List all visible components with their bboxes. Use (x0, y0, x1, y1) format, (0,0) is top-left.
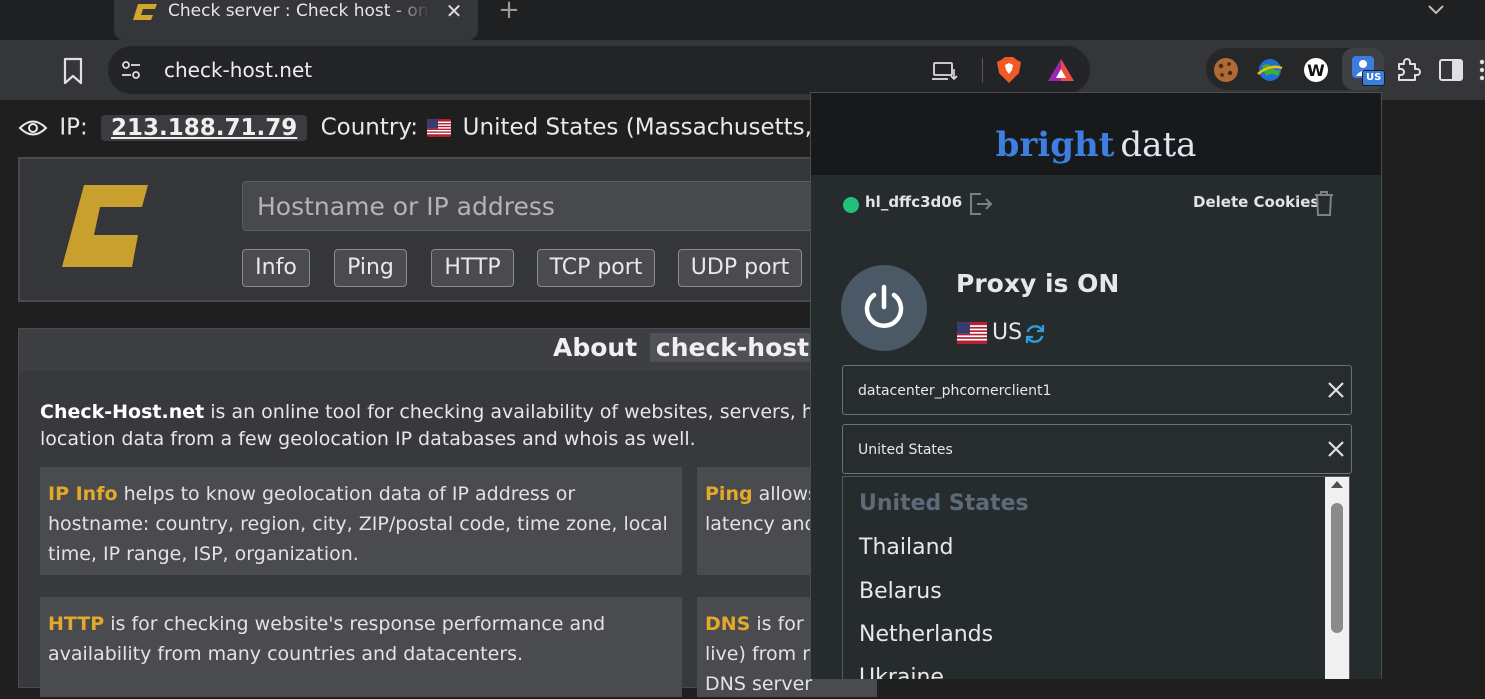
logout-icon[interactable] (967, 191, 993, 217)
http-card: HTTP is for checking website's response … (40, 597, 682, 697)
hostname-input[interactable] (242, 181, 842, 231)
ping-keyword[interactable]: Ping (705, 483, 753, 505)
install-app-icon[interactable] (932, 60, 958, 82)
ping-text-2: latency and (705, 513, 817, 535)
check-host-logo[interactable] (62, 185, 150, 267)
svg-text:W: W (1307, 61, 1325, 80)
url-text[interactable]: check-host.net (164, 46, 312, 94)
active-tab[interactable]: Check server : Check host - online websi… (114, 0, 478, 40)
us-flag-icon (427, 118, 452, 137)
country-option-selected[interactable]: United States (859, 491, 1029, 516)
ip-info-text: helps to know geolocation data of IP add… (48, 483, 668, 565)
ip-info-keyword[interactable]: IP Info (48, 483, 118, 505)
cookie-extension-icon[interactable] (1212, 56, 1240, 84)
trash-icon[interactable] (1313, 189, 1335, 217)
about-description: Check-Host.net is an online tool for che… (40, 399, 860, 453)
search-panel: Info Ping HTTP TCP port UDP port (18, 157, 842, 302)
close-tab-icon[interactable]: ✕ (444, 0, 464, 22)
ip-info-line: IP: 213.188.71.79 Country: United States… (18, 114, 908, 144)
dns-keyword[interactable]: DNS (705, 613, 750, 635)
ip-value-link[interactable]: 213.188.71.79 (101, 114, 308, 141)
brave-rewards-icon[interactable] (1046, 57, 1076, 83)
us-flag-icon (957, 322, 987, 344)
about-brand: Check-Host.net (40, 401, 205, 423)
udp-port-button[interactable]: UDP port (678, 249, 802, 287)
tcp-port-button[interactable]: TCP port (537, 249, 655, 287)
country-option[interactable]: Thailand (859, 535, 953, 560)
country-select[interactable]: United States (842, 424, 1352, 474)
extension-badge: US (1362, 70, 1386, 86)
power-icon (864, 284, 904, 328)
dns-text-2: live) from m (705, 643, 821, 665)
ip-label: IP: (59, 114, 88, 141)
country-option[interactable]: Belarus (859, 579, 942, 604)
http-keyword[interactable]: HTTP (48, 613, 104, 635)
scroll-up-arrow-icon[interactable] (1331, 481, 1343, 488)
power-toggle-button[interactable] (841, 265, 927, 351)
extensions-group: W US (1206, 48, 1386, 90)
country-option[interactable]: Netherlands (859, 622, 993, 647)
scroll-thumb[interactable] (1331, 503, 1343, 633)
address-bar[interactable]: check-host.net (108, 46, 1090, 94)
side-panel-icon[interactable] (1438, 58, 1464, 82)
bright-data-popup: bright data hl_dffc3d06 Delete Cookies Pr… (810, 92, 1382, 679)
tab-strip: Check server : Check host - online websi… (0, 0, 1485, 40)
brave-shields-icon[interactable] (996, 56, 1022, 84)
about-label: About (553, 333, 638, 362)
new-tab-button[interactable]: + (496, 0, 522, 23)
zone-select[interactable]: datacenter_phcornerclient1 (842, 365, 1352, 415)
browser-toolbar: check-host.net W US (0, 40, 1485, 100)
delete-cookies-button[interactable]: Delete Cookies (1193, 193, 1319, 211)
address-bar-divider (982, 58, 983, 82)
about-text-line-1: is an online tool for checking availabil… (204, 401, 853, 423)
http-text: is for checking website's response perfo… (48, 613, 606, 665)
bright-data-logo: bright data (811, 123, 1381, 167)
username: hl_dffc3d06 (865, 193, 963, 211)
proxy-status: Proxy is ON (956, 269, 1120, 298)
about-header: About check-host.net (19, 329, 872, 371)
clear-country-icon[interactable] (1325, 438, 1347, 460)
country-option[interactable]: Ukraine (859, 665, 944, 679)
brand-bright: bright (995, 125, 1115, 165)
tab-search-chevron-icon[interactable] (1424, 0, 1448, 22)
refresh-icon[interactable] (1023, 322, 1047, 346)
tab-title: Check server : Check host - online websi… (168, 1, 430, 21)
bookmark-icon[interactable] (60, 57, 86, 85)
brand-data: data (1120, 125, 1197, 165)
country-dropdown-list[interactable]: United States Thailand Belarus Netherlan… (842, 476, 1350, 679)
site-settings-icon[interactable] (120, 60, 142, 80)
about-panel: About check-host.net Check-Host.net is a… (18, 328, 877, 697)
ping-text: allows (752, 483, 818, 505)
online-status-dot (843, 197, 859, 213)
info-button[interactable]: Info (242, 249, 310, 287)
popup-header: bright data (811, 93, 1381, 175)
eye-icon (18, 120, 48, 135)
bright-data-extension-button[interactable]: US (1342, 48, 1386, 90)
wappalyzer-extension-icon[interactable]: W (1302, 56, 1330, 84)
ip-info-card: IP Info helps to know geolocation data o… (40, 467, 682, 575)
http-button[interactable]: HTTP (431, 249, 514, 287)
dropdown-scrollbar[interactable] (1325, 477, 1349, 679)
check-host-favicon-icon (133, 4, 157, 20)
about-text-line-2: location data from a few geolocation IP … (40, 428, 696, 450)
browser-menu-icon[interactable] (1474, 56, 1485, 84)
zone-value: datacenter_phcornerclient1 (858, 383, 1052, 399)
globe-extension-icon[interactable] (1256, 56, 1284, 84)
proxy-country: US (992, 320, 1023, 345)
clear-zone-icon[interactable] (1325, 379, 1347, 401)
dns-text: is for r (750, 613, 818, 635)
ping-button[interactable]: Ping (334, 249, 407, 287)
country-select-value: United States (858, 442, 953, 458)
dns-text-3: DNS server (705, 673, 813, 695)
country-label: Country: (320, 114, 419, 141)
puzzle-icon[interactable] (1394, 55, 1422, 83)
